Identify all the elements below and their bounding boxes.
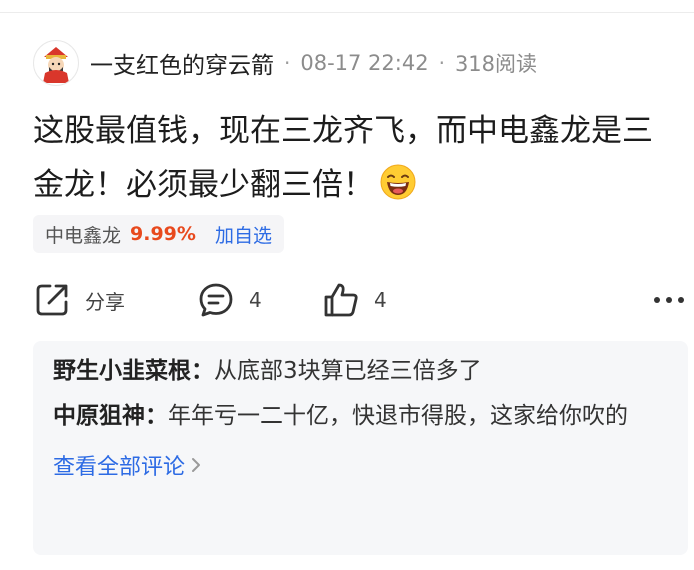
comment-text: 年年亏一二十亿，快退市得股，这家给你吹的 (168, 403, 628, 429)
avatar-caishen-icon (43, 47, 69, 83)
share-button[interactable]: 分享 (33, 278, 125, 322)
chevron-right-icon (192, 458, 201, 472)
view-all-label: 查看全部评论 (53, 455, 186, 480)
author-avatar[interactable] (33, 40, 79, 86)
view-all-comments-link[interactable]: 查看全部评论 (53, 449, 201, 481)
comment-user[interactable]: 野生小韭菜根 (53, 358, 191, 384)
more-button[interactable] (653, 278, 685, 322)
comment-colon: ： (145, 403, 168, 429)
meta-separator: · (284, 51, 291, 75)
comment-count: 4 (249, 288, 262, 312)
comment-colon: ： (191, 358, 214, 384)
comment-item[interactable]: 野生小韭菜根：从底部3块算已经三倍多了 (53, 353, 668, 390)
add-watchlist-button[interactable]: 加自选 (215, 221, 272, 248)
action-bar: 分享 4 4 (33, 278, 688, 322)
post-content[interactable]: 这股最值钱，现在三龙齐飞，而中电鑫龙是三金龙！必须最少翻三倍！ (33, 104, 683, 212)
post-text: 这股最值钱，现在三龙齐飞，而中电鑫龙是三金龙！必须最少翻三倍！ (33, 113, 653, 203)
read-count: 318阅读 (454, 52, 538, 76)
comment-user[interactable]: 中原狙神 (53, 403, 145, 429)
comment-text: 从底部3块算已经三倍多了 (214, 358, 482, 384)
share-label: 分享 (85, 289, 125, 314)
comment-icon (199, 283, 233, 317)
top-divider (0, 12, 694, 13)
like-button[interactable]: 4 (322, 278, 387, 322)
stock-change: 9.99% (130, 223, 196, 245)
like-count: 4 (374, 288, 387, 312)
stock-tag[interactable]: 中电鑫龙 9.99% 加自选 (33, 215, 284, 253)
more-icon (654, 297, 684, 303)
author-name[interactable]: 一支红色的穿云箭 (90, 46, 274, 80)
stock-name: 中电鑫龙 (45, 224, 122, 247)
comments-preview: 野生小韭菜根：从底部3块算已经三倍多了 中原狙神：年年亏一二十亿，快退市得股，这… (33, 341, 688, 555)
post-header: 一支红色的穿云箭 · 08-17 22:42 · 318阅读 (33, 40, 537, 86)
meta-separator-2: · (438, 51, 445, 75)
laughing-emoji-icon (380, 164, 416, 200)
thumbs-up-icon (324, 283, 358, 317)
comment-item[interactable]: 中原狙神：年年亏一二十亿，快退市得股，这家给你吹的 (53, 398, 668, 435)
comment-button[interactable]: 4 (197, 278, 262, 322)
post-time: 08-17 22:42 (300, 51, 429, 75)
share-icon (36, 284, 68, 316)
